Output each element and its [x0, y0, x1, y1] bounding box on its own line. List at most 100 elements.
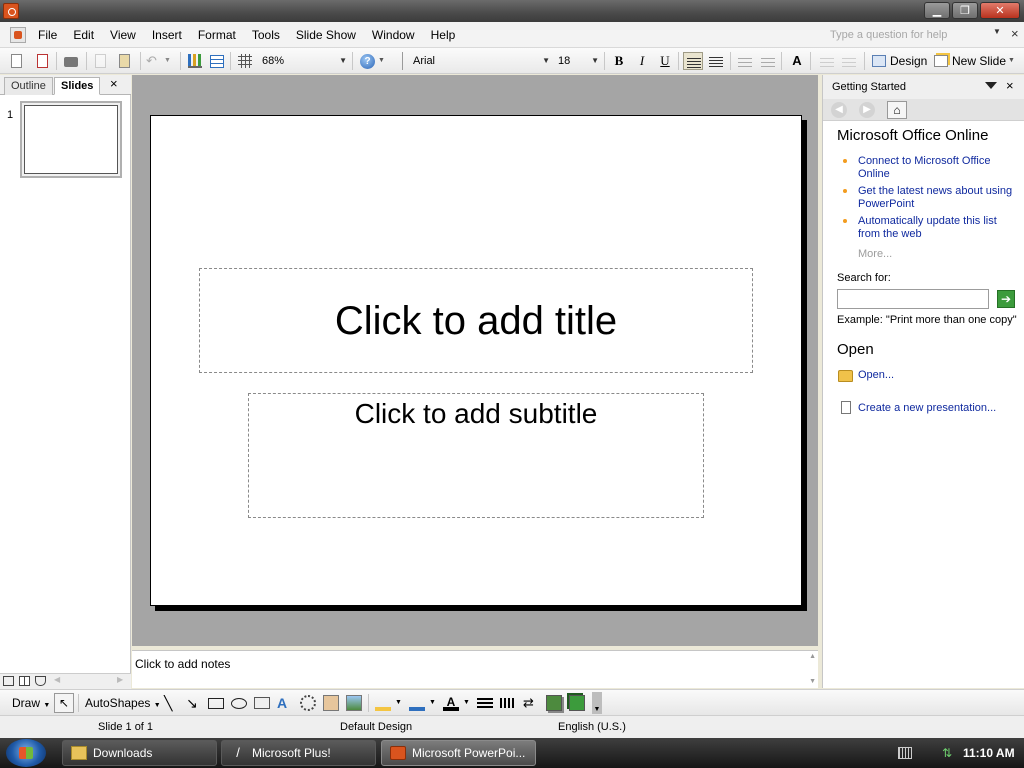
wordart-icon[interactable]: A [277, 695, 293, 711]
taskbar-clock[interactable]: 11:10 AM [963, 746, 1015, 760]
forward-icon[interactable]: ▶ [859, 102, 875, 118]
design-button[interactable]: Design [872, 52, 927, 70]
increase-font-size-button[interactable]: A [787, 52, 807, 70]
menu-format[interactable]: Format [190, 22, 244, 48]
toolbar-grip[interactable] [402, 52, 403, 70]
document-menu-icon[interactable] [10, 27, 26, 43]
notes-scroll-up-icon[interactable]: ▲ [809, 653, 816, 660]
align-left-button[interactable] [683, 52, 703, 70]
insert-table-icon[interactable] [208, 52, 226, 70]
new-slide-button[interactable]: New Slide [934, 52, 1006, 70]
notes-scroll-down-icon[interactable]: ▼ [809, 678, 816, 685]
more-link[interactable]: More... [858, 248, 892, 260]
zoom-select[interactable]: 68% ▼ [259, 52, 349, 70]
close-document-button[interactable]: × [1011, 26, 1019, 41]
menu-slide-show[interactable]: Slide Show [288, 22, 364, 48]
connect-office-online-link[interactable]: Connect to Microsoft Office Online [858, 155, 1018, 181]
new-document-icon[interactable] [8, 52, 26, 70]
slide-sorter-view-icon[interactable] [19, 676, 30, 686]
start-button[interactable] [6, 739, 46, 767]
paste-icon[interactable] [116, 52, 134, 70]
slide-show-view-icon[interactable] [35, 676, 46, 686]
close-panel-button[interactable]: × [110, 76, 118, 91]
menu-help[interactable]: Help [423, 22, 464, 48]
toolbar-overflow-icon[interactable]: ▼ [1008, 52, 1020, 70]
insert-picture-icon[interactable] [346, 695, 362, 711]
oval-icon[interactable] [231, 698, 247, 709]
menu-file[interactable]: File [30, 22, 65, 48]
copy-icon[interactable] [92, 52, 110, 70]
drawing-toolbar-options-icon[interactable]: ▼ [592, 692, 602, 714]
line-icon[interactable]: ╲ [164, 695, 180, 711]
insert-chart-icon[interactable] [186, 52, 204, 70]
increase-indent-icon[interactable] [840, 52, 858, 70]
scroll-left-icon[interactable]: ◀ [54, 675, 60, 684]
select-objects-icon[interactable]: ↖ [54, 693, 74, 713]
draw-menu-button[interactable]: Draw ▼ [12, 694, 50, 712]
taskbar-downloads[interactable]: Downloads [62, 740, 217, 766]
auto-update-link[interactable]: Automatically update this list from the … [858, 215, 1018, 241]
show-grid-icon[interactable] [236, 52, 254, 70]
tab-slides[interactable]: Slides [54, 77, 101, 95]
search-go-button[interactable]: ➔ [997, 290, 1015, 308]
line-style-icon[interactable] [477, 698, 493, 708]
create-presentation-link[interactable]: Create a new presentation... [858, 402, 1018, 415]
help-dropdown-arrow-icon[interactable]: ▼ [993, 27, 1001, 36]
shadow-style-icon[interactable] [546, 695, 562, 711]
clip-art-icon[interactable] [323, 695, 339, 711]
task-pane-close-button[interactable]: × [1006, 78, 1014, 93]
taskbar-powerpoint[interactable]: Microsoft PowerPoi... [381, 740, 536, 766]
task-pane-menu-icon[interactable] [985, 82, 997, 89]
search-input[interactable] [837, 289, 989, 309]
normal-view-icon[interactable] [3, 676, 14, 686]
font-color-icon[interactable]: A [443, 695, 459, 711]
menu-window[interactable]: Window [364, 22, 423, 48]
scroll-right-icon[interactable]: ▶ [117, 675, 123, 684]
decrease-indent-icon[interactable] [818, 52, 836, 70]
notes-pane[interactable]: Click to add notes ▲ ▼ [132, 650, 818, 688]
home-icon[interactable]: ⌂ [887, 101, 907, 119]
undo-icon[interactable]: ↶ [146, 52, 164, 70]
toolbar-options-icon[interactable]: ▼ [378, 52, 396, 70]
menu-tools[interactable]: Tools [244, 22, 288, 48]
print-icon[interactable] [62, 52, 80, 70]
minimize-button[interactable]: ▁ [924, 2, 950, 19]
arrow-style-icon[interactable]: ⇄ [523, 695, 539, 711]
open-link[interactable]: Open... [858, 369, 1018, 382]
font-size-select[interactable]: 18 ▼ [555, 52, 601, 70]
keyboard-icon[interactable] [898, 747, 912, 759]
font-name-select[interactable]: Arial ▼ [410, 52, 552, 70]
fill-color-icon[interactable] [375, 695, 391, 711]
powerpoint-app-icon[interactable] [3, 3, 19, 19]
back-icon[interactable]: ◀ [831, 102, 847, 118]
rectangle-icon[interactable] [208, 698, 224, 709]
line-color-icon[interactable] [409, 695, 425, 711]
help-question-input[interactable]: Type a question for help [826, 26, 1006, 44]
network-icon[interactable]: ⇅ [942, 747, 956, 759]
arrow-icon[interactable]: ↘ [186, 695, 202, 711]
text-box-icon[interactable] [254, 697, 270, 709]
subtitle-placeholder[interactable]: Click to add subtitle [248, 393, 704, 518]
dash-style-icon[interactable] [500, 698, 516, 708]
autoshapes-menu-button[interactable]: AutoShapes ▼ [85, 694, 161, 712]
taskbar-microsoft-plus[interactable]: / Microsoft Plus! [221, 740, 376, 766]
italic-button[interactable]: I [632, 52, 652, 70]
slide-thumbnail[interactable] [20, 101, 122, 178]
menu-insert[interactable]: Insert [144, 22, 190, 48]
help-icon[interactable]: ? [358, 52, 376, 70]
align-center-button[interactable] [706, 52, 726, 70]
diagram-icon[interactable] [300, 695, 316, 711]
bullets-icon[interactable] [759, 52, 777, 70]
tab-outline[interactable]: Outline [4, 77, 53, 95]
restore-button[interactable]: ❐ [952, 2, 978, 19]
close-window-button[interactable]: ✕ [980, 2, 1020, 19]
latest-news-link[interactable]: Get the latest news about using PowerPoi… [858, 185, 1018, 211]
3d-style-icon[interactable] [569, 695, 585, 711]
underline-button[interactable]: U [655, 52, 675, 70]
title-placeholder[interactable]: Click to add title [199, 268, 753, 373]
slide-canvas[interactable]: Click to add title Click to add subtitle [150, 115, 802, 606]
slide-editing-area[interactable]: Click to add title Click to add subtitle [132, 75, 818, 646]
open-pdf-icon[interactable] [34, 52, 52, 70]
numbering-icon[interactable] [736, 52, 754, 70]
menu-edit[interactable]: Edit [65, 22, 102, 48]
